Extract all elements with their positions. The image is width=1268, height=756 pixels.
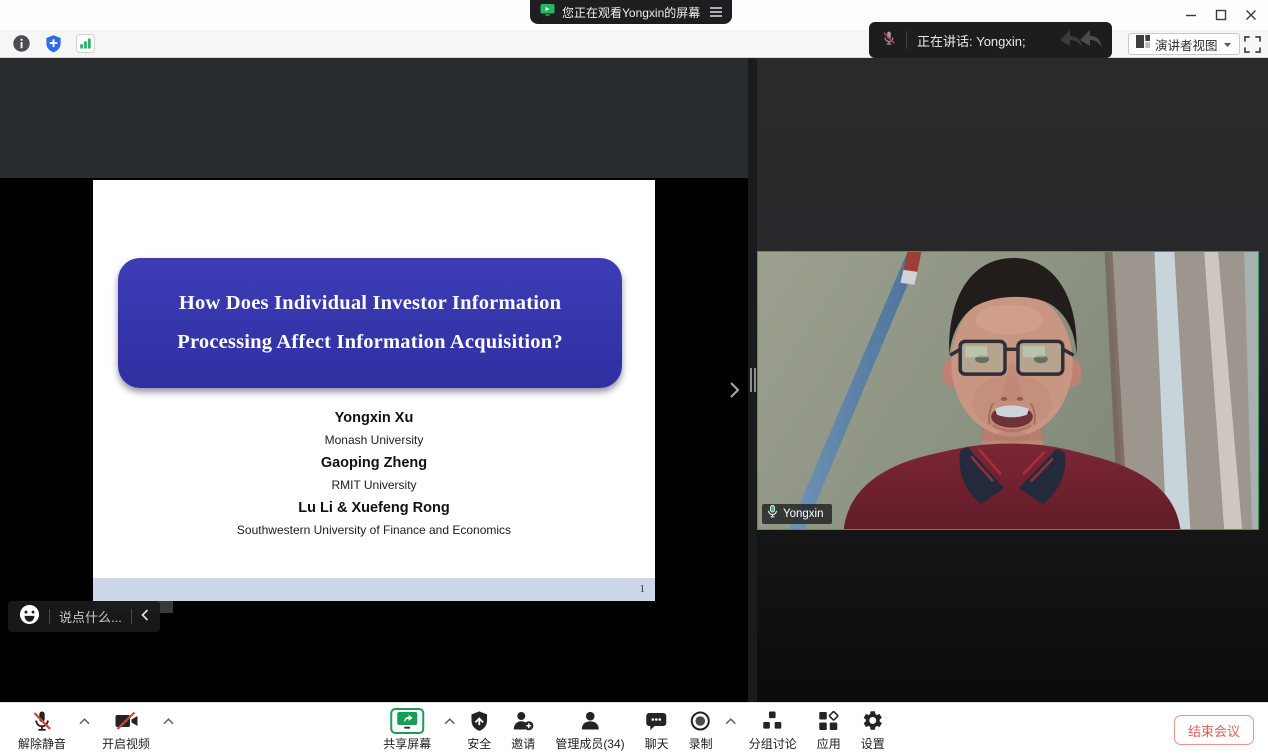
chat-button[interactable]: 聊天: [635, 707, 679, 752]
presentation-slide: How Does Individual Investor Information…: [93, 180, 655, 601]
apps-icon: [817, 707, 841, 734]
close-button[interactable]: [1236, 1, 1266, 29]
mic-active-icon: [767, 504, 778, 524]
slide-page-number: 1: [640, 578, 646, 601]
maximize-button[interactable]: [1206, 1, 1236, 29]
fullscreen-icon[interactable]: [1242, 34, 1262, 54]
toolbar-label: 应用: [817, 735, 841, 752]
slide-authors: Yongxin Xu Monash University Gaoping Zhe…: [93, 410, 655, 545]
speaker-video-tile[interactable]: Yongxin: [757, 251, 1259, 530]
mic-muted-small-icon: [881, 29, 897, 52]
settings-gear-icon: [861, 707, 884, 734]
participants-icon: [578, 707, 602, 734]
slide-title-box: How Does Individual Investor Information…: [118, 258, 622, 388]
encryption-shield-icon[interactable]: [44, 34, 63, 58]
shared-screen-letterbox: [0, 58, 748, 178]
record-options-caret[interactable]: [723, 707, 739, 725]
share-screen-button[interactable]: 共享屏幕: [373, 707, 441, 752]
toolbar-label: 解除静音: [18, 735, 66, 752]
author-name: Yongxin Xu: [93, 410, 655, 426]
audio-options-caret[interactable]: [76, 707, 92, 725]
webcam-video: [758, 252, 1258, 529]
record-button[interactable]: 录制: [679, 707, 723, 752]
minimize-button[interactable]: [1176, 1, 1206, 29]
unmute-button[interactable]: 解除静音: [8, 707, 76, 752]
breakout-rooms-button[interactable]: 分组讨论: [739, 707, 807, 752]
author-affiliation: Southwestern University of Finance and E…: [93, 523, 655, 537]
author-name: Gaoping Zheng: [93, 455, 655, 471]
toolbar-label: 邀请: [511, 735, 535, 752]
share-options-menu-icon[interactable]: [710, 7, 722, 17]
manage-participants-button[interactable]: 管理成员(34): [545, 707, 634, 752]
security-button[interactable]: 安全: [457, 707, 501, 752]
network-signal-icon[interactable]: [76, 34, 95, 58]
breakout-rooms-icon: [761, 707, 785, 734]
active-speaker-pill: 正在讲话: Yongxin;: [869, 22, 1112, 58]
meeting-window: 您正在观看Yongxin的屏幕: [0, 0, 1268, 756]
meeting-content: How Does Individual Investor Information…: [0, 58, 1268, 702]
share-screen-icon: [390, 707, 424, 734]
author-name: Lu Li & Xuefeng Rong: [93, 500, 655, 516]
shared-screen-panel: How Does Individual Investor Information…: [0, 58, 748, 702]
speaker-view-button[interactable]: 演讲者视图: [1128, 33, 1240, 55]
slide-footer-strip: 1: [93, 578, 655, 601]
quick-chat-bar: 说点什么...: [8, 601, 160, 632]
chat-bubble-icon: [645, 707, 669, 734]
toolbar-label: 共享屏幕: [383, 735, 431, 752]
author-affiliation: RMIT University: [93, 478, 655, 492]
watching-screen-label: 您正在观看Yongxin的屏幕: [562, 4, 700, 21]
view-layout-icon: [1136, 35, 1150, 53]
video-options-caret[interactable]: [160, 707, 176, 725]
toolbar-label: 分组讨论: [749, 735, 797, 752]
emoji-smiley-icon[interactable]: [19, 604, 40, 630]
apps-button[interactable]: 应用: [807, 707, 851, 752]
screen-share-green-icon: [540, 3, 555, 22]
toolbar-label: 开启视频: [102, 735, 150, 752]
author-affiliation: Monash University: [93, 433, 655, 447]
invite-button[interactable]: 邀请: [501, 707, 545, 752]
participant-name-tag: Yongxin: [762, 504, 832, 524]
start-video-button[interactable]: 开启视频: [92, 707, 160, 752]
meeting-toolbar: 解除静音 开启视频: [0, 702, 1268, 756]
restore-view-arrows-icon[interactable]: [1058, 27, 1102, 54]
mic-muted-icon: [30, 707, 54, 734]
camera-off-icon: [114, 707, 139, 734]
toolbar-label: 管理成员(34): [555, 735, 624, 752]
record-icon: [689, 707, 713, 734]
collapse-chat-chevron-icon[interactable]: [141, 608, 149, 626]
toolbar-label: 录制: [689, 735, 713, 752]
end-meeting-button[interactable]: 结束会议: [1174, 715, 1254, 745]
speaker-view-label: 演讲者视图: [1155, 35, 1218, 54]
slide-title-line2: Processing Affect Information Acquisitio…: [118, 323, 622, 362]
video-panel: Yongxin: [757, 58, 1268, 702]
toolbar-label: 聊天: [645, 735, 669, 752]
toolbar-label: 设置: [861, 735, 885, 752]
chat-input-placeholder[interactable]: 说点什么...: [59, 607, 122, 626]
settings-button[interactable]: 设置: [851, 707, 895, 752]
speaking-label: 正在讲话: Yongxin;: [917, 31, 1026, 50]
meeting-info-icon[interactable]: [12, 34, 31, 58]
participant-name: Yongxin: [783, 508, 824, 520]
share-options-caret[interactable]: [441, 707, 457, 725]
toolbar-label: 安全: [467, 735, 491, 752]
invite-person-icon: [511, 707, 535, 734]
security-shield-icon: [468, 707, 490, 734]
chevron-down-icon: [1223, 35, 1232, 53]
slide-title-line1: How Does Individual Investor Information: [118, 284, 622, 323]
watching-screen-pill: 您正在观看Yongxin的屏幕: [530, 0, 732, 24]
panel-resize-handle[interactable]: [748, 58, 757, 702]
expand-panel-chevron-icon[interactable]: [729, 380, 745, 400]
